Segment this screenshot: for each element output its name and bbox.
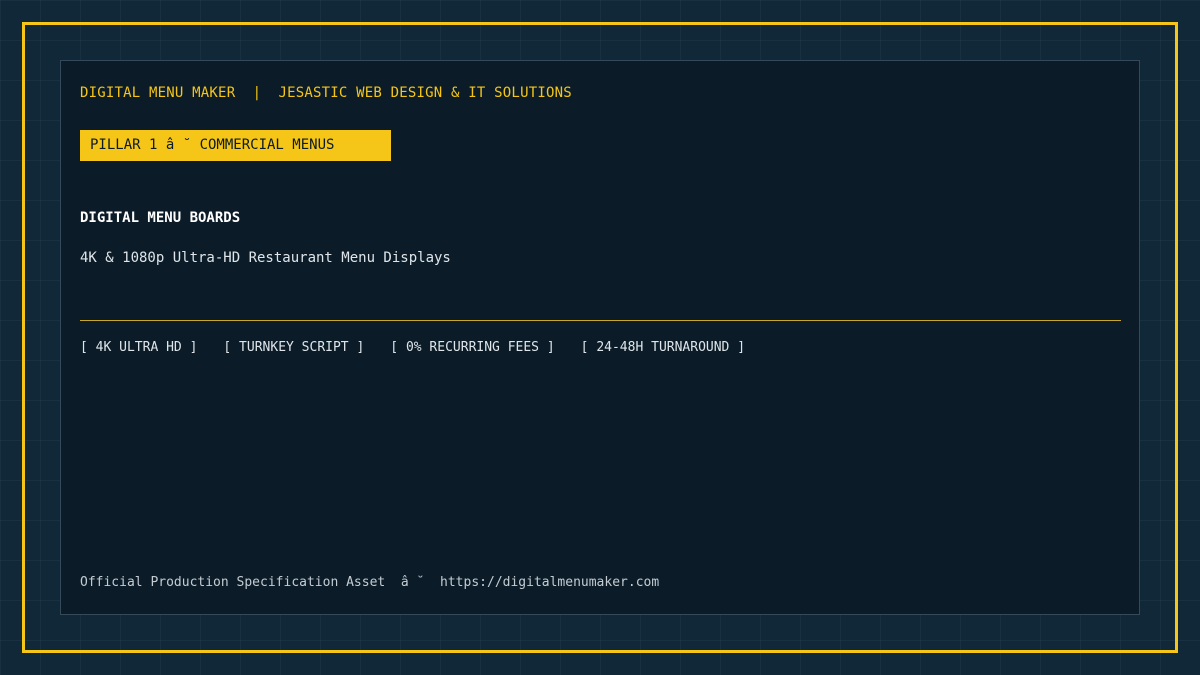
pillar-badge: PILLAR 1 â ˘ COMMERCIAL MENUS — [80, 130, 391, 161]
header-title: DIGITAL MENU MAKER | JESASTIC WEB DESIGN… — [80, 85, 572, 101]
tag-4k-ultra-hd: [ 4K ULTRA HD ] — [80, 340, 198, 355]
tag-turnkey-script: [ TURNKEY SCRIPT ] — [223, 340, 365, 355]
feature-tags: [ 4K ULTRA HD ] [ TURNKEY SCRIPT ] [ 0% … — [80, 340, 745, 355]
tag-recurring-fees: [ 0% RECURRING FEES ] — [390, 340, 555, 355]
section-subtitle: 4K & 1080p Ultra-HD Restaurant Menu Disp… — [80, 250, 451, 266]
divider — [80, 320, 1121, 321]
footer-text: Official Production Specification Asset … — [80, 575, 660, 590]
tag-turnaround: [ 24-48H TURNAROUND ] — [580, 340, 746, 355]
section-title: DIGITAL MENU BOARDS — [80, 210, 241, 226]
content-panel: DIGITAL MENU MAKER | JESASTIC WEB DESIGN… — [60, 60, 1140, 615]
